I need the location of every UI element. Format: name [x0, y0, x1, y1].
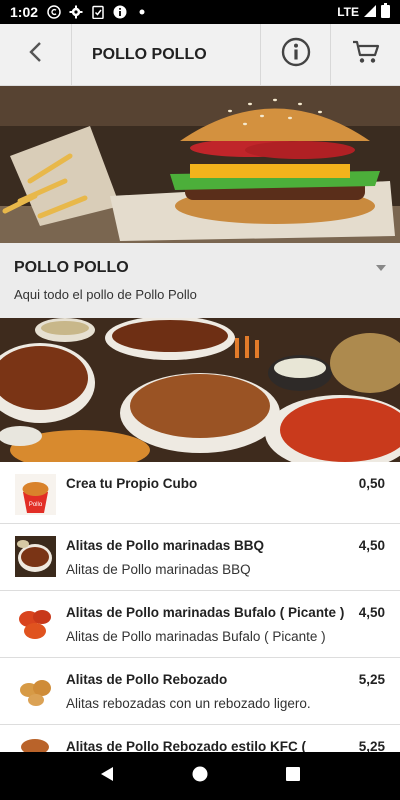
- copyright-icon: [46, 4, 62, 20]
- product-price: 4,50: [358, 538, 385, 553]
- product-price: 5,25: [358, 739, 385, 752]
- nav-recents-button[interactable]: [273, 756, 313, 796]
- product-description: Alitas rebozadas con un rebozado ligero.: [66, 696, 311, 711]
- category-description: Aqui todo el pollo de Pollo Pollo: [14, 287, 197, 302]
- product-thumbnail: Pollo: [15, 474, 56, 515]
- product-price: 0,50: [358, 476, 385, 491]
- product-list: Pollo Crea tu Propio Cubo 0,50 Alitas de…: [0, 462, 400, 752]
- category-title: POLLO POLLO: [14, 259, 129, 276]
- nav-back-button[interactable]: [87, 756, 127, 796]
- chicken-wings-banner-image: [0, 318, 400, 462]
- product-price: 4,50: [358, 605, 385, 620]
- info-button[interactable]: [260, 24, 330, 85]
- svg-text:Pollo: Pollo: [29, 502, 43, 508]
- circle-home-icon: [191, 765, 209, 788]
- clipboard-check-icon: [90, 4, 106, 20]
- product-name: Alitas de Pollo marinadas Bufalo ( Pican…: [66, 605, 345, 620]
- product-name: Alitas de Pollo marinadas BBQ: [66, 538, 265, 553]
- status-time: 1:02: [10, 4, 39, 20]
- list-item[interactable]: Alitas de Pollo marinadas BBQ Alitas de …: [0, 524, 400, 591]
- gear-icon: [68, 4, 84, 20]
- nav-home-button[interactable]: [180, 756, 220, 796]
- list-item[interactable]: Alitas de Pollo Rebozado estilo KFC ( 5,…: [0, 725, 400, 752]
- product-name: Crea tu Propio Cubo: [66, 476, 198, 491]
- product-thumbnail: [15, 737, 56, 752]
- app-bar: POLLO POLLO: [0, 24, 400, 86]
- app-screen: 1:02 LTE POLLO POLLO POLLO POLLO Aqui to…: [0, 0, 400, 800]
- chevron-down-icon[interactable]: [376, 265, 386, 271]
- status-bar: 1:02 LTE: [0, 0, 400, 24]
- list-item[interactable]: Pollo Crea tu Propio Cubo 0,50: [0, 462, 400, 524]
- product-name: Alitas de Pollo Rebozado: [66, 672, 228, 687]
- product-description: Alitas de Pollo marinadas Bufalo ( Pican…: [66, 629, 326, 644]
- info-icon: [281, 37, 311, 72]
- cart-button[interactable]: [330, 24, 400, 85]
- product-thumbnail: [15, 670, 56, 711]
- dot-icon: [134, 4, 150, 20]
- product-thumbnail: [15, 536, 56, 577]
- product-thumbnail: [15, 603, 56, 644]
- list-item[interactable]: Alitas de Pollo marinadas Bufalo ( Pican…: [0, 591, 400, 658]
- system-nav-bar: [0, 752, 400, 800]
- list-item[interactable]: Alitas de Pollo Rebozado Alitas rebozada…: [0, 658, 400, 725]
- signal-icon: [363, 4, 377, 21]
- product-price: 5,25: [358, 672, 385, 687]
- status-right: LTE: [337, 3, 390, 21]
- back-arrow-icon: [27, 40, 45, 69]
- product-name: Alitas de Pollo Rebozado estilo KFC (: [66, 739, 307, 752]
- category-header[interactable]: POLLO POLLO Aqui todo el pollo de Pollo …: [0, 243, 400, 318]
- triangle-back-icon: [98, 765, 116, 788]
- info-icon: [112, 4, 128, 20]
- network-type: LTE: [337, 5, 359, 19]
- square-recents-icon: [285, 766, 301, 787]
- battery-icon: [381, 3, 390, 21]
- back-button[interactable]: [0, 24, 72, 85]
- hero-burger-image: [0, 86, 400, 243]
- product-description: Alitas de Pollo marinadas BBQ: [66, 562, 251, 577]
- page-title: POLLO POLLO: [92, 45, 207, 63]
- status-icons: [46, 4, 150, 20]
- cart-icon: [351, 38, 381, 71]
